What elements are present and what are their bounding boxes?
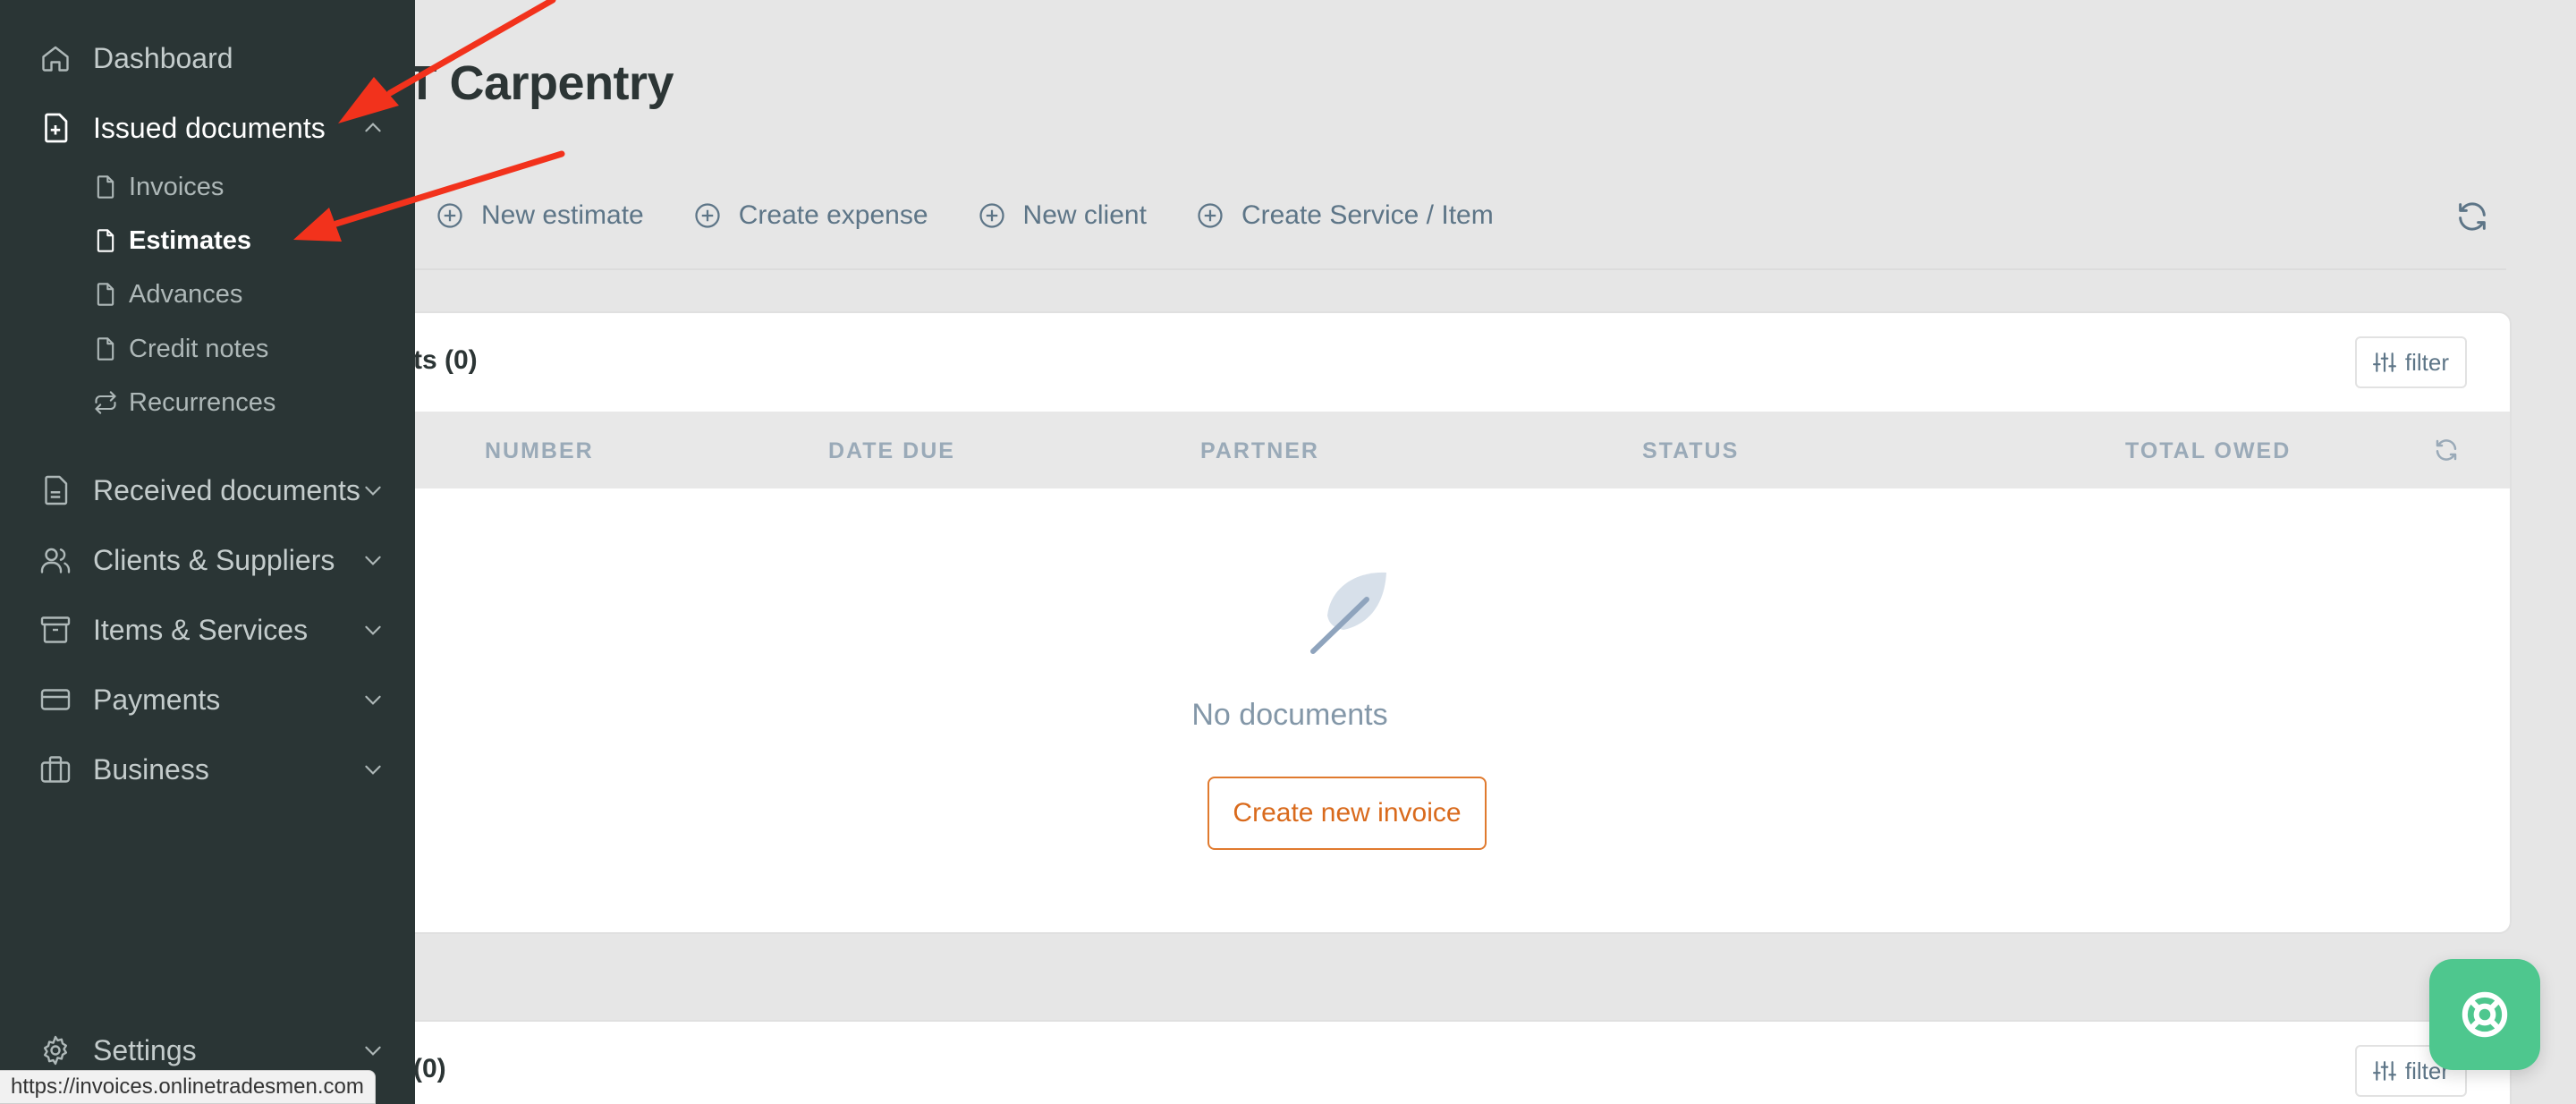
sidebar-subitem-invoices[interactable]: Invoices <box>0 165 415 209</box>
repeat-icon <box>95 391 116 414</box>
create-expense-label: Create expense <box>738 200 928 230</box>
sidebar-subitem-label: Recurrences <box>129 387 276 417</box>
column-header-total-owed[interactable]: TOTAL OWED <box>2125 438 2291 464</box>
document-icon <box>97 229 114 252</box>
file-plus-icon <box>45 113 68 143</box>
chevron-up-icon[interactable] <box>361 116 385 140</box>
chevron-down-icon[interactable] <box>361 1039 385 1062</box>
filter-label: filter <box>2404 348 2449 376</box>
sidebar-item-label: Business <box>93 752 209 786</box>
new-client-label: New client <box>1022 200 1147 230</box>
sidebar-subitem-label: Advances <box>129 279 243 309</box>
file-icon <box>45 475 68 505</box>
plus-circle-icon <box>437 203 462 228</box>
card-title: (0) <box>413 1054 446 1083</box>
sidebar-item-label: Received documents <box>93 473 360 506</box>
sidebar-subitem-advances[interactable]: Advances <box>0 272 415 317</box>
chevron-down-icon[interactable] <box>361 688 385 711</box>
help-button[interactable] <box>2429 959 2540 1070</box>
plus-circle-icon <box>979 203 1004 228</box>
column-header-status[interactable]: STATUS <box>1642 438 1739 464</box>
sidebar-subitem-estimates[interactable]: Estimates <box>0 218 415 263</box>
sidebar-subitem-recurrences[interactable]: Recurrences <box>0 380 415 425</box>
create-expense-button[interactable]: Create expense <box>694 200 928 231</box>
sidebar-subitem-label: Estimates <box>129 225 252 255</box>
sidebar-item-clients-suppliers[interactable]: Clients & Suppliers <box>0 533 415 587</box>
lifebuoy-icon <box>2462 991 2508 1038</box>
table-header: NUMBER DATE DUE PARTNER STATUS TOTAL OWE… <box>395 412 2510 488</box>
sliders-icon <box>2372 352 2396 372</box>
briefcase-icon <box>40 756 71 783</box>
column-header-number[interactable]: NUMBER <box>485 438 594 464</box>
new-estimate-button[interactable]: New estimate <box>436 200 644 231</box>
sidebar-item-label: Issued documents <box>93 111 326 144</box>
chevron-down-icon[interactable] <box>361 758 385 781</box>
sidebar-item-dashboard[interactable]: Dashboard <box>0 31 415 85</box>
card-title: ts (0) <box>413 345 478 375</box>
sidebar-item-label: Payments <box>93 683 221 716</box>
divider <box>394 268 2506 270</box>
feather-icon <box>1310 572 1386 654</box>
status-bar-url: https://invoices.onlinetradesmen.com <box>0 1070 376 1104</box>
column-header-date-due[interactable]: DATE DUE <box>828 438 955 464</box>
chevron-down-icon[interactable] <box>361 479 385 502</box>
archive-icon <box>40 616 71 643</box>
sidebar-item-business[interactable]: Business <box>0 743 415 796</box>
gear-icon <box>43 1035 68 1066</box>
sidebar-item-received-documents[interactable]: Received documents <box>0 463 415 517</box>
column-header-partner[interactable]: PARTNER <box>1200 438 1319 464</box>
empty-state-text: No documents <box>1191 698 1388 732</box>
sidebar-subitem-label: Invoices <box>129 172 225 201</box>
documents-card-secondary: (0) filter <box>394 1020 2512 1104</box>
sidebar-item-label: Clients & Suppliers <box>93 543 335 576</box>
sidebar: Dashboard Issued documents Invoices Esti… <box>0 0 415 1104</box>
refresh-icon[interactable] <box>2433 437 2460 463</box>
sidebar-item-payments[interactable]: Payments <box>0 673 415 726</box>
plus-circle-icon <box>1198 203 1223 228</box>
sidebar-item-settings[interactable]: Settings <box>0 1023 415 1077</box>
chevron-down-icon[interactable] <box>361 548 385 572</box>
new-estimate-label: New estimate <box>481 200 644 230</box>
create-service-item-label: Create Service / Item <box>1241 200 1494 230</box>
document-icon <box>97 283 114 306</box>
create-service-item-button[interactable]: Create Service / Item <box>1197 200 1494 231</box>
plus-circle-icon <box>695 203 720 228</box>
document-icon <box>97 337 114 361</box>
chevron-down-icon[interactable] <box>361 618 385 641</box>
action-bar: New estimate Create expense New client C… <box>436 193 1544 238</box>
sidebar-item-issued-documents[interactable]: Issued documents <box>0 101 415 155</box>
sidebar-item-label: Items & Services <box>93 613 309 646</box>
refresh-icon[interactable] <box>2454 199 2490 234</box>
create-new-invoice-button[interactable]: Create new invoice <box>1208 777 1487 850</box>
sidebar-subitem-credit-notes[interactable]: Credit notes <box>0 327 415 371</box>
sidebar-item-label: Settings <box>93 1033 197 1066</box>
page-title: VT Carpentry <box>376 56 674 110</box>
new-client-button[interactable]: New client <box>979 200 1147 231</box>
document-icon <box>97 175 114 199</box>
sidebar-item-items-services[interactable]: Items & Services <box>0 603 415 657</box>
sidebar-item-label: Dashboard <box>93 41 233 74</box>
users-icon <box>40 548 71 573</box>
sidebar-subitem-label: Credit notes <box>129 334 269 363</box>
documents-card: ts (0) filter NUMBER DATE DUE PARTNER ST… <box>394 311 2512 934</box>
filter-button[interactable]: filter <box>2354 336 2467 388</box>
credit-card-icon <box>40 689 71 710</box>
home-icon <box>42 46 69 72</box>
sliders-icon <box>2372 1061 2396 1081</box>
